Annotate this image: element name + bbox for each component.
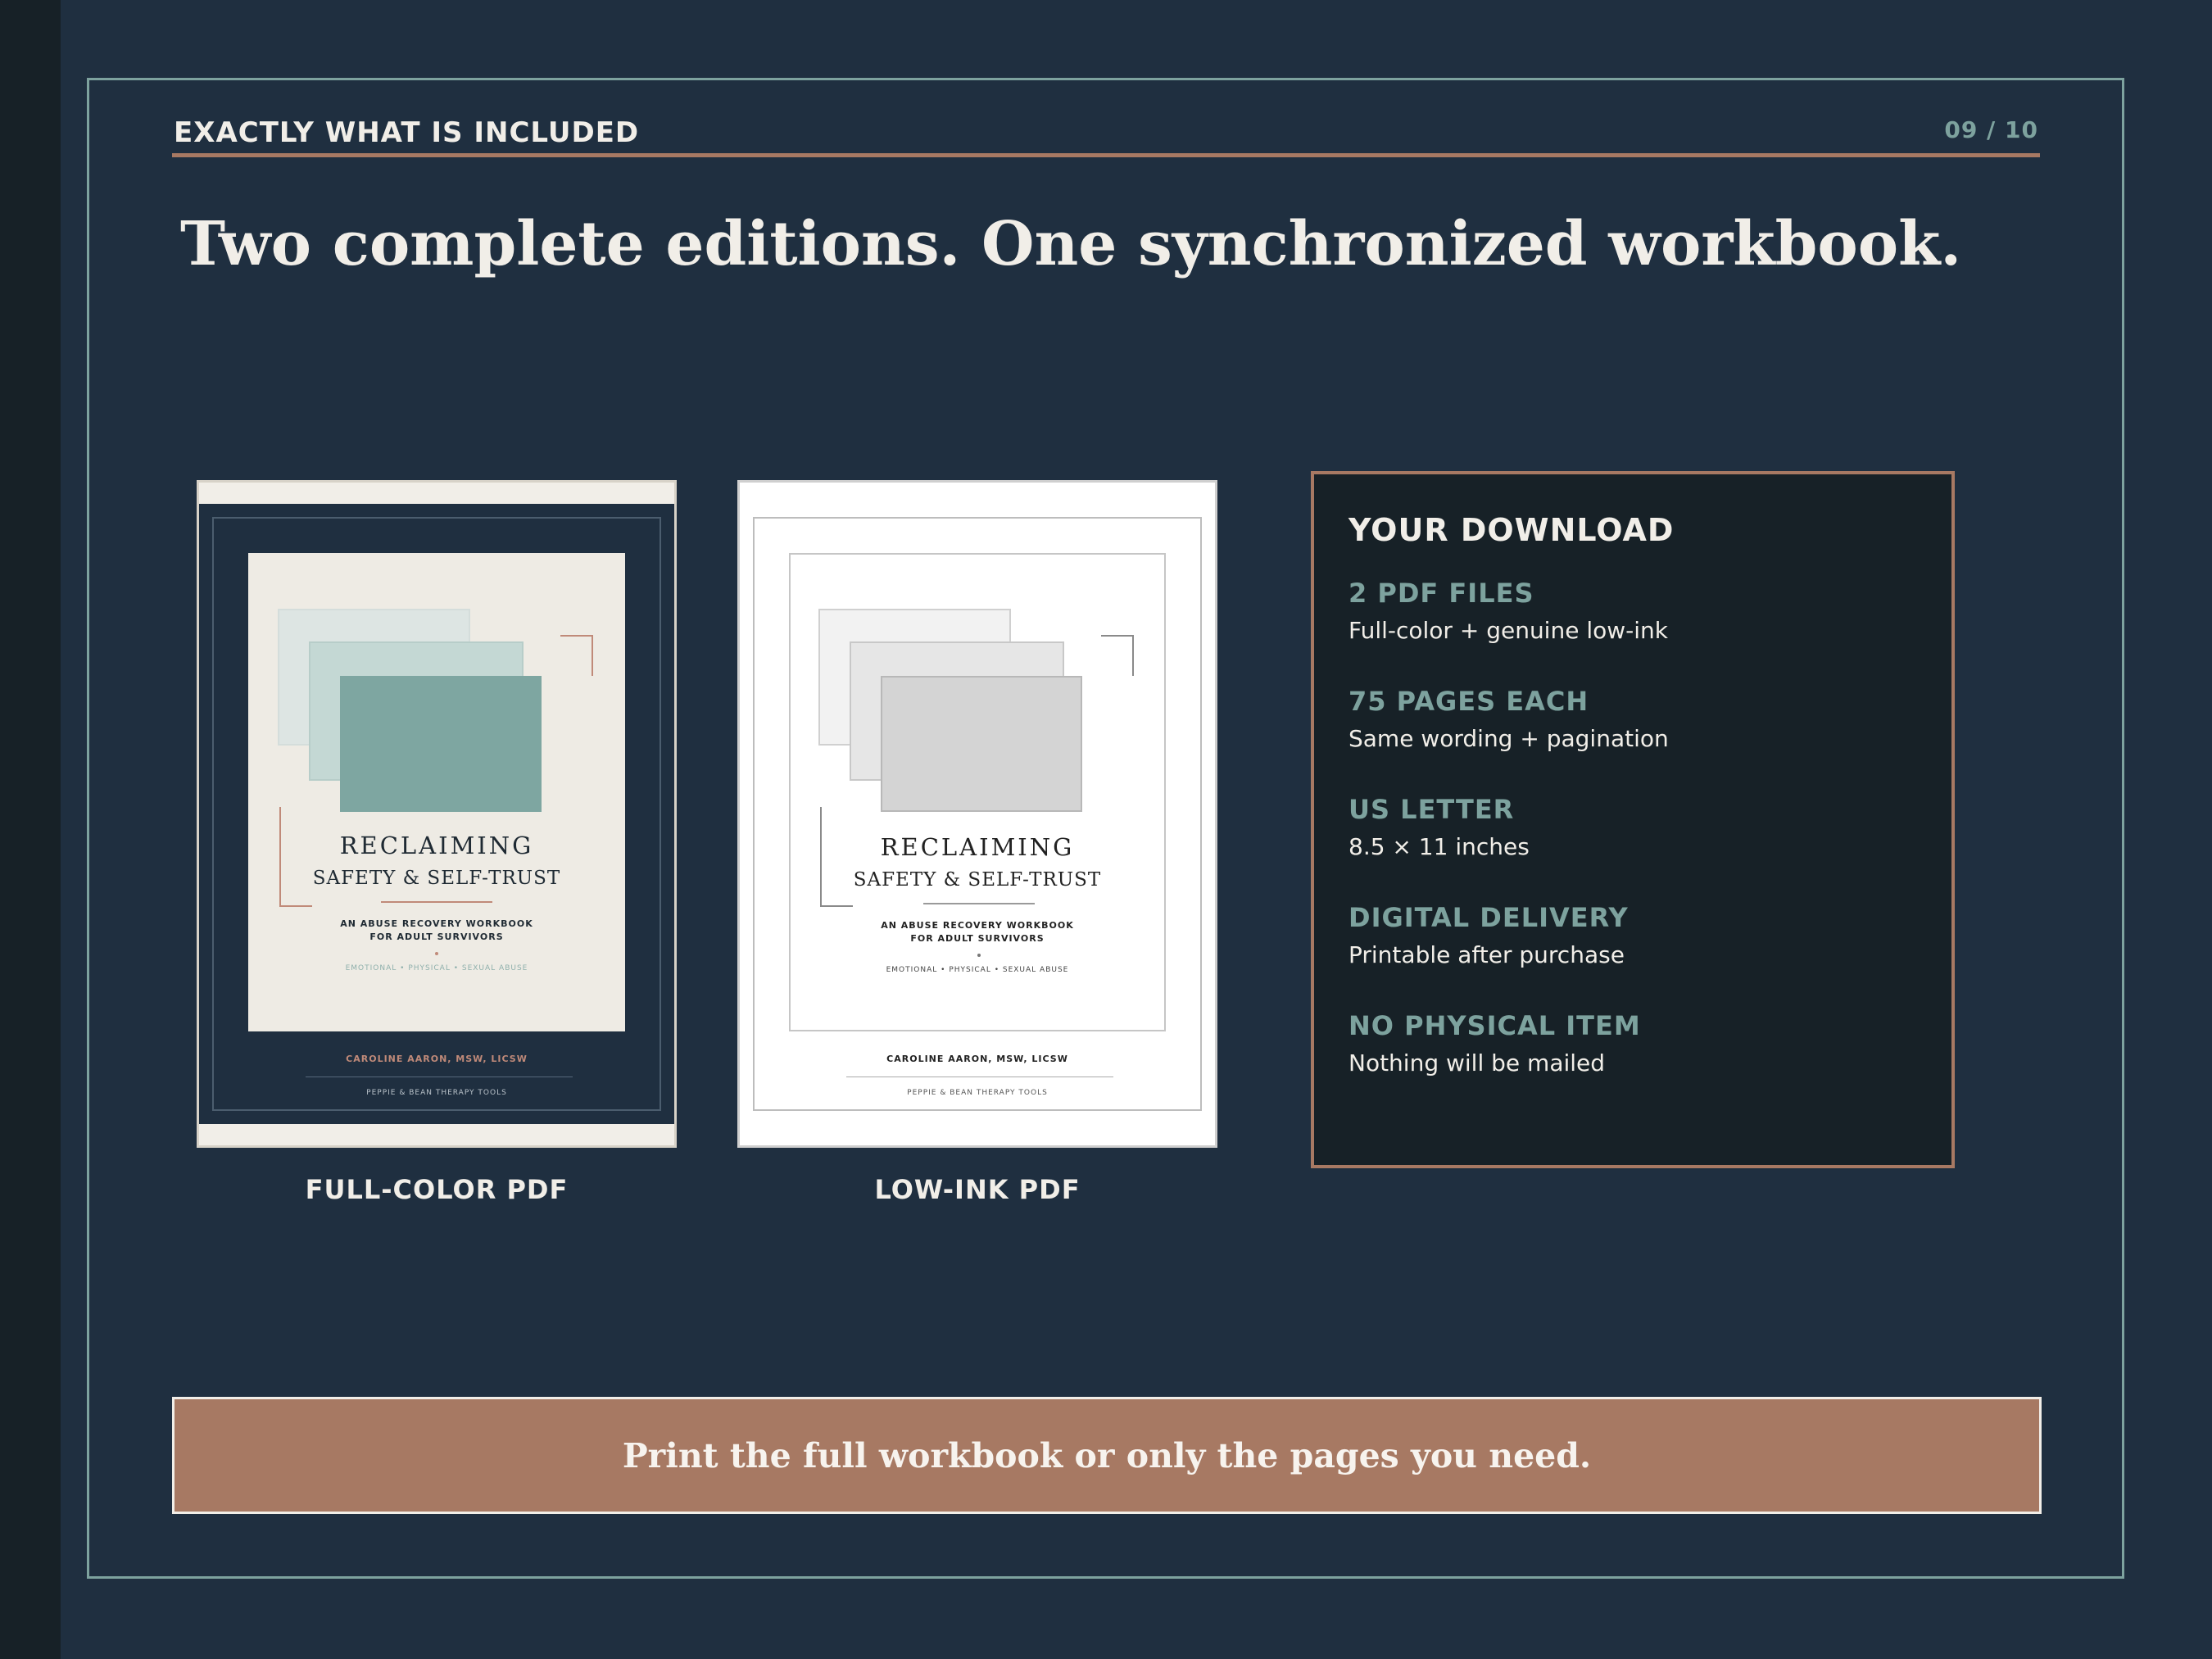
cover-dot: [977, 954, 981, 957]
download-item-key: 75 PAGES EACH: [1349, 686, 1589, 717]
header-rule: [172, 153, 2040, 157]
cover-title: RECLAIMING: [339, 832, 534, 859]
download-item-value: Printable after purchase: [1349, 941, 1625, 968]
cover-tags: EMOTIONAL • PHYSICAL • SEXUAL ABUSE: [886, 966, 1069, 974]
cover-subtitle-line2: FOR ADULT SURVIVORS: [369, 931, 504, 942]
download-item: DIGITAL DELIVERY Printable after purchas…: [1349, 902, 1629, 968]
download-title: YOUR DOWNLOAD: [1349, 512, 1675, 548]
cover-publisher: PEPPIE & BEAN THERAPY TOOLS: [907, 1089, 1048, 1097]
cover-author: CAROLINE AARON, MSW, LICSW: [886, 1054, 1068, 1064]
download-item: US LETTER 8.5 × 11 inches: [1349, 794, 1530, 860]
cta-banner: Print the full workbook or only the page…: [172, 1397, 2042, 1514]
corner-bracket-icon: [1101, 635, 1134, 676]
download-item-value: 8.5 × 11 inches: [1349, 833, 1530, 860]
cover-subtitle-line2: FOR ADULT SURVIVORS: [910, 933, 1045, 944]
cover-title: RECLAIMING: [880, 833, 1075, 861]
cover-publisher: PEPPIE & BEAN THERAPY TOOLS: [366, 1089, 507, 1097]
cover-panel: RECLAIMING SAFETY & SELF-TRUST AN ABUSE …: [789, 553, 1166, 1031]
cover-title-line2: SAFETY & SELF-TRUST: [853, 869, 1102, 891]
corner-bracket-icon: [560, 635, 593, 676]
low-ink-label: LOW-INK PDF: [874, 1174, 1081, 1205]
side-strip: [0, 0, 61, 1659]
cover-divider: [381, 901, 492, 903]
page-number: 09 / 10: [1944, 116, 2038, 143]
full-color-cover: RECLAIMING SAFETY & SELF-TRUST AN ABUSE …: [197, 480, 677, 1148]
low-ink-cover: RECLAIMING SAFETY & SELF-TRUST AN ABUSE …: [737, 480, 1217, 1148]
cover-divider: [923, 903, 1035, 904]
cover-panel: RECLAIMING SAFETY & SELF-TRUST AN ABUSE …: [248, 553, 625, 1031]
page-title: Two complete editions. One synchronized …: [180, 209, 1962, 279]
download-item-value: Same wording + pagination: [1349, 725, 1669, 752]
download-item: NO PHYSICAL ITEM Nothing will be mailed: [1349, 1010, 1641, 1077]
section-eyebrow: EXACTLY WHAT IS INCLUDED: [174, 116, 640, 149]
download-item-key: NO PHYSICAL ITEM: [1349, 1010, 1641, 1041]
download-item-key: 2 PDF FILES: [1349, 578, 1534, 609]
download-item-key: DIGITAL DELIVERY: [1349, 902, 1629, 933]
cover-rect-front: [340, 676, 542, 812]
cover-subtitle: AN ABUSE RECOVERY WORKBOOK: [340, 918, 533, 929]
cover-subtitle: AN ABUSE RECOVERY WORKBOOK: [881, 920, 1074, 931]
cover-author: CAROLINE AARON, MSW, LICSW: [346, 1054, 528, 1064]
download-item-value: Full-color + genuine low-ink: [1349, 617, 1668, 644]
download-item: 75 PAGES EACH Same wording + pagination: [1349, 686, 1669, 752]
download-item-value: Nothing will be mailed: [1349, 1049, 1606, 1077]
full-color-label: FULL-COLOR PDF: [305, 1174, 569, 1205]
download-item-key: US LETTER: [1349, 794, 1515, 825]
cover-rect-front: [881, 676, 1082, 812]
cover-tags: EMOTIONAL • PHYSICAL • SEXUAL ABUSE: [345, 964, 528, 972]
cover-title-line2: SAFETY & SELF-TRUST: [312, 868, 561, 889]
download-item: 2 PDF FILES Full-color + genuine low-ink: [1349, 578, 1668, 644]
cover-dot: [435, 952, 438, 955]
download-summary-box: YOUR DOWNLOAD 2 PDF FILES Full-color + g…: [1311, 471, 1955, 1168]
